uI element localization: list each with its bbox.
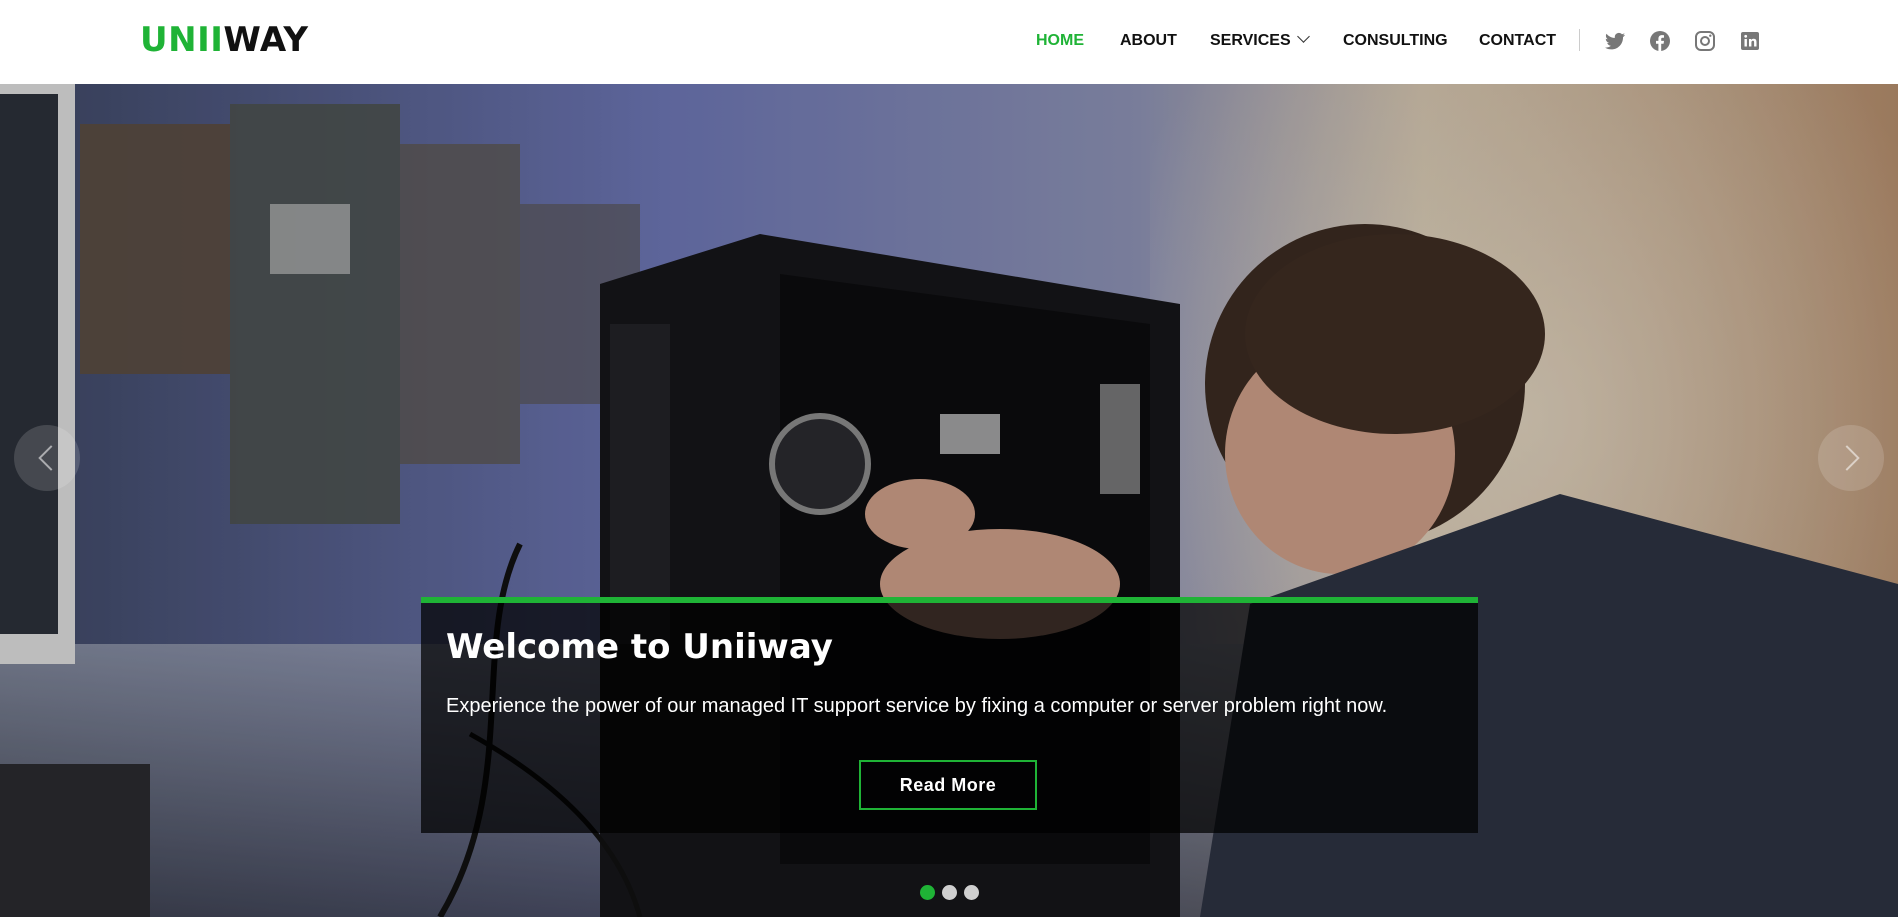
nav-consulting[interactable]: CONSULTING [1343, 31, 1448, 51]
site-logo[interactable]: UNIIWAY [140, 18, 309, 62]
hero-slider: Welcome to Uniiway Experience the power … [0, 84, 1898, 917]
slider-prev-arrow[interactable] [14, 425, 80, 491]
hero-caption-box: Welcome to Uniiway Experience the power … [421, 597, 1478, 833]
nav-divider [1579, 29, 1580, 51]
read-more-button[interactable]: Read More [859, 760, 1037, 810]
logo-text-accent: UNII [140, 20, 224, 60]
slider-next-arrow[interactable] [1818, 425, 1884, 491]
logo-text-dark: WAY [223, 20, 309, 60]
slider-dot-2[interactable] [942, 885, 957, 900]
nav-services-label: SERVICES [1210, 32, 1291, 49]
hero-title: Welcome to Uniiway [446, 627, 833, 667]
nav-home[interactable]: HOME [1036, 31, 1084, 51]
twitter-icon[interactable] [1603, 29, 1627, 53]
nav-contact[interactable]: CONTACT [1479, 31, 1556, 51]
slider-dot-3[interactable] [964, 885, 979, 900]
hero-description: Experience the power of our managed IT s… [446, 695, 1388, 717]
chevron-down-icon [1296, 30, 1310, 43]
linkedin-icon[interactable] [1738, 29, 1762, 53]
site-header: UNIIWAY HOME ABOUT SERVICES CONSULTING C… [0, 0, 1898, 84]
slider-dot-1[interactable] [920, 885, 935, 900]
instagram-icon[interactable] [1693, 29, 1717, 53]
nav-services[interactable]: SERVICES [1210, 30, 1310, 51]
facebook-icon[interactable] [1648, 29, 1672, 53]
nav-about[interactable]: ABOUT [1120, 31, 1177, 51]
